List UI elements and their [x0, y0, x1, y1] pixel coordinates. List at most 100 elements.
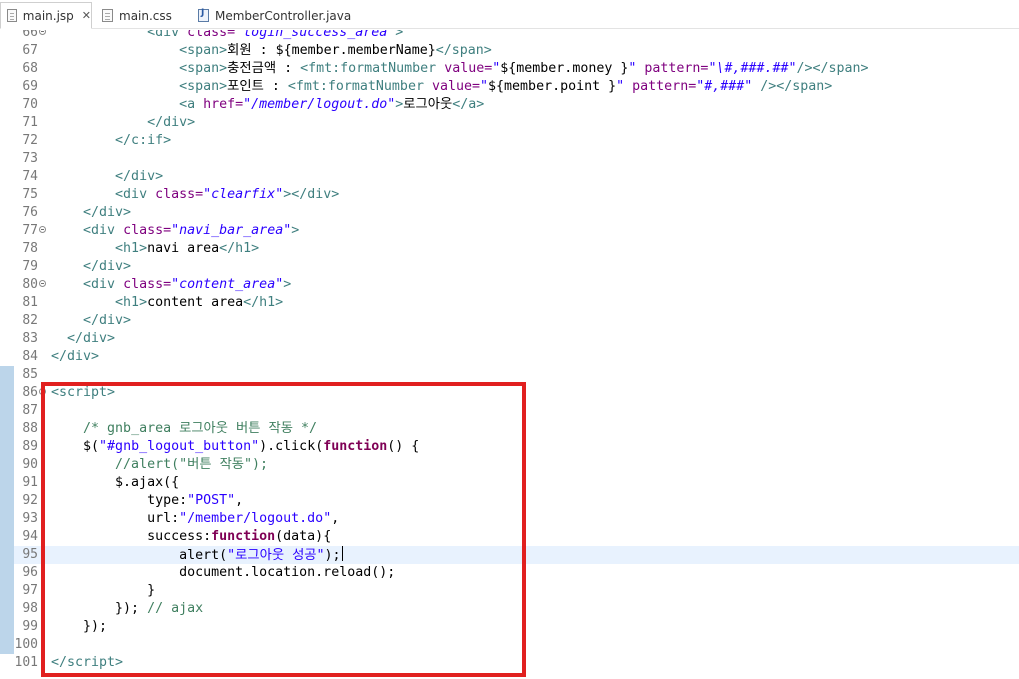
code-line[interactable]: 71 </div>	[0, 114, 1019, 132]
code-text: </div>	[83, 205, 132, 220]
code-line[interactable]: 98 }); // ajax	[0, 600, 1019, 618]
code-text: </c:if>	[115, 133, 172, 148]
code-line[interactable]: 87	[0, 402, 1019, 420]
tab-label: MemberController.java	[215, 8, 352, 23]
code-line[interactable]: 78 <h1>navi area</h1>	[0, 240, 1019, 258]
code-line[interactable]: 89 $("#gnb_logout_button").click(functio…	[0, 438, 1019, 456]
line-number: 84	[22, 349, 38, 364]
line-number: 67	[22, 43, 38, 58]
line-number: 99	[22, 619, 38, 634]
line-number: 66	[22, 30, 38, 40]
code-text: /* gnb_area 로그아웃 버튼 작동 */	[83, 421, 317, 436]
tab-main-jsp[interactable]: main.jsp ✕	[0, 2, 92, 29]
code-line[interactable]: 101 </script>	[0, 654, 1019, 672]
code-line[interactable]: 74 </div>	[0, 168, 1019, 186]
code-line[interactable]: 70 <a href="/member/logout.do">로그아웃</a>	[0, 96, 1019, 114]
code-text: <div class="content_area">	[83, 277, 292, 292]
java-file-icon	[198, 8, 209, 22]
line-number: 90	[22, 457, 38, 472]
line-number: 69	[22, 79, 38, 94]
close-icon[interactable]: ✕	[82, 9, 91, 22]
line-number: 93	[22, 511, 38, 526]
code-text: document.location.reload();	[51, 565, 396, 580]
code-text: </div>	[83, 313, 132, 328]
fold-toggle-icon[interactable]	[39, 388, 46, 395]
line-number: 71	[22, 115, 38, 130]
code-text: alert("로그아웃 성공");	[51, 546, 343, 563]
line-number: 79	[22, 259, 38, 274]
code-line[interactable]: 96 document.location.reload();	[0, 564, 1019, 582]
code-line[interactable]: 97 }	[0, 582, 1019, 600]
code-text: });	[51, 619, 108, 634]
code-line[interactable]: 79 </div>	[0, 258, 1019, 276]
tab-label: main.css	[119, 8, 172, 23]
line-number: 73	[22, 151, 38, 166]
code-text: <div class="clearfix"></div>	[115, 187, 340, 202]
code-line[interactable]: 92 type:"POST",	[0, 492, 1019, 510]
code-line[interactable]: 90 //alert("버튼 작동");	[0, 456, 1019, 474]
code-line[interactable]: 82 </div>	[0, 312, 1019, 330]
line-number: 72	[22, 133, 38, 148]
code-line[interactable]: 76 </div>	[0, 204, 1019, 222]
code-text: </script>	[51, 655, 124, 670]
code-text: </div>	[83, 259, 132, 274]
css-file-icon	[102, 9, 113, 22]
code-line[interactable]: 69 <span>포인트 : <fmt:formatNumber value="…	[0, 78, 1019, 96]
code-text: //alert("버튼 작동");	[115, 457, 269, 472]
fold-toggle-icon[interactable]	[39, 30, 46, 35]
editor-tab-bar: main.jsp ✕ main.css MemberController.jav…	[0, 0, 1019, 29]
code-line[interactable]: 100	[0, 636, 1019, 654]
tab-membercontroller-java[interactable]: MemberController.java	[192, 2, 362, 29]
code-text: </div>	[147, 115, 196, 130]
line-number: 94	[22, 529, 38, 544]
code-text: <span>충전금액 : <fmt:formatNumber value="${…	[179, 61, 869, 76]
code-text: success:function(data){	[51, 529, 332, 544]
code-line[interactable]: 67 <span>회원 : ${member.memberName}</span…	[0, 42, 1019, 60]
line-number: 82	[22, 313, 38, 328]
code-line[interactable]: 77 <div class="navi_bar_area">	[0, 222, 1019, 240]
code-editor[interactable]: 66 <div class="login_success_area"> 67 <s…	[0, 30, 1019, 679]
tab-label: main.jsp	[22, 8, 74, 23]
code-text: <div class="login_success_area">	[147, 30, 404, 40]
line-number: 85	[22, 367, 38, 382]
code-line[interactable]: 66 <div class="login_success_area">	[0, 30, 1019, 42]
code-line[interactable]: 86 <script>	[0, 384, 1019, 402]
code-line[interactable]: 81 <h1>content area</h1>	[0, 294, 1019, 312]
code-line[interactable]: 68 <span>충전금액 : <fmt:formatNumber value=…	[0, 60, 1019, 78]
code-line[interactable]: 93 url:"/member/logout.do",	[0, 510, 1019, 528]
code-line[interactable]: 91 $.ajax({	[0, 474, 1019, 492]
code-line[interactable]: 95 alert("로그아웃 성공");	[0, 546, 1019, 564]
line-number: 88	[22, 421, 38, 436]
line-number: 80	[22, 277, 38, 292]
code-text: <span>회원 : ${member.memberName}</span>	[179, 43, 492, 58]
line-number: 97	[22, 583, 38, 598]
line-number: 89	[22, 439, 38, 454]
tab-main-css[interactable]: main.css	[96, 2, 184, 29]
line-number: 70	[22, 97, 38, 112]
code-text: <script>	[51, 385, 116, 400]
line-number: 91	[22, 475, 38, 490]
code-line[interactable]: 99 });	[0, 618, 1019, 636]
line-number: 78	[22, 241, 38, 256]
line-number: 96	[22, 565, 38, 580]
fold-toggle-icon[interactable]	[39, 280, 46, 287]
line-number: 101	[14, 655, 38, 670]
code-line[interactable]: 83 </div>	[0, 330, 1019, 348]
code-text: }); // ajax	[51, 601, 204, 616]
code-line[interactable]: 88 /* gnb_area 로그아웃 버튼 작동 */	[0, 420, 1019, 438]
line-number: 87	[22, 403, 38, 418]
code-line[interactable]: 94 success:function(data){	[0, 528, 1019, 546]
line-number: 81	[22, 295, 38, 310]
code-line[interactable]: 85	[0, 366, 1019, 384]
code-line[interactable]: 75 <div class="clearfix"></div>	[0, 186, 1019, 204]
code-text: </div>	[51, 349, 100, 364]
code-line[interactable]: 80 <div class="content_area">	[0, 276, 1019, 294]
line-number: 77	[22, 223, 38, 238]
code-text: <span>포인트 : <fmt:formatNumber value="${m…	[179, 79, 833, 94]
code-text: url:"/member/logout.do",	[51, 511, 340, 526]
code-text: $("#gnb_logout_button").click(function()…	[51, 439, 420, 454]
fold-toggle-icon[interactable]	[39, 226, 46, 233]
code-line[interactable]: 84 </div>	[0, 348, 1019, 366]
code-line[interactable]: 72 </c:if>	[0, 132, 1019, 150]
code-line[interactable]: 73	[0, 150, 1019, 168]
